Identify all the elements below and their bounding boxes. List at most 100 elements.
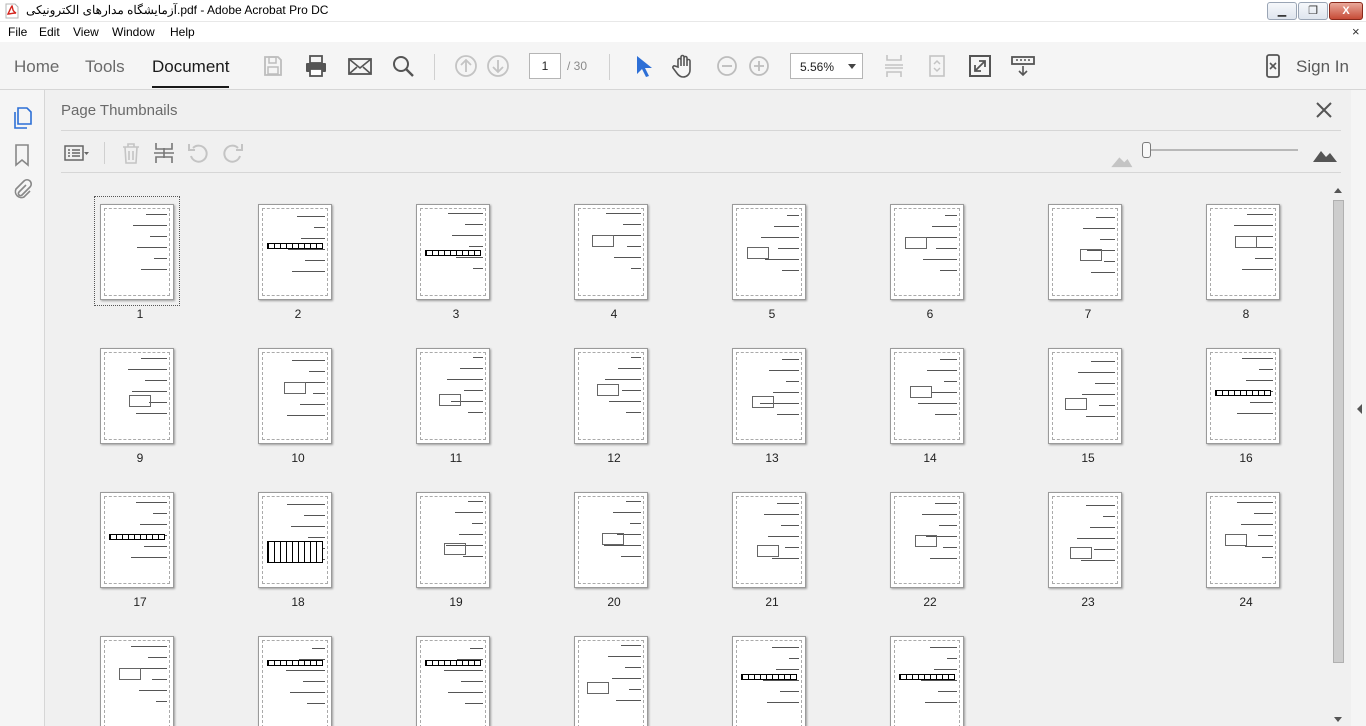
page-preview: [1048, 204, 1122, 300]
email-icon[interactable]: [346, 52, 374, 80]
menu-edit[interactable]: Edit: [39, 25, 60, 39]
page-thumbnail[interactable]: 1: [61, 190, 219, 330]
sign-in-link[interactable]: Sign In: [1296, 57, 1349, 77]
page-thumbnail[interactable]: 13: [693, 334, 851, 474]
search-icon[interactable]: [389, 52, 417, 80]
page-thumbnail[interactable]: 5: [693, 190, 851, 330]
mobile-link-icon[interactable]: [1259, 52, 1287, 80]
page-number-input[interactable]: 1: [529, 53, 561, 79]
read-mode-icon[interactable]: [1009, 52, 1037, 80]
page-preview: [732, 492, 806, 588]
page-preview: [732, 636, 806, 726]
close-document-icon[interactable]: ×: [1352, 24, 1360, 39]
navigation-pane: [0, 90, 45, 726]
window-title: آزمایشگاه مدارهای الکترونیکی.pdf - Adobe…: [26, 3, 329, 17]
expand-right-pane-icon[interactable]: [1357, 404, 1362, 414]
page-total: / 30: [567, 59, 588, 73]
previous-page-icon[interactable]: [452, 52, 480, 80]
next-page-icon[interactable]: [484, 52, 512, 80]
page-thumbnail[interactable]: 2: [219, 190, 377, 330]
page-thumbnail[interactable]: 9: [61, 334, 219, 474]
small-thumbnail-icon[interactable]: [1108, 146, 1133, 168]
attachment-paperclip-icon[interactable]: [10, 178, 34, 202]
page-thumbnail[interactable]: 11: [377, 334, 535, 474]
page-thumbnail[interactable]: 20: [535, 478, 693, 618]
page-preview: [100, 348, 174, 444]
zoom-in-icon[interactable]: [745, 52, 773, 80]
save-icon[interactable]: [259, 52, 287, 80]
close-panel-icon[interactable]: [1312, 98, 1336, 122]
zoom-out-icon[interactable]: [713, 52, 741, 80]
thumbnail-size-slider-thumb[interactable]: [1142, 142, 1151, 158]
tab-document[interactable]: Document: [152, 57, 230, 88]
page-thumbnail[interactable]: 14: [851, 334, 1009, 474]
page-number-label: 8: [1242, 307, 1250, 321]
menu-help[interactable]: Help: [170, 25, 195, 39]
insert-page-icon[interactable]: [151, 140, 177, 166]
page-display-icon[interactable]: [923, 52, 951, 80]
page-thumbnail[interactable]: 7: [1009, 190, 1167, 330]
scrollbar-thumb[interactable]: [1333, 200, 1344, 663]
page-preview: [416, 348, 490, 444]
page-thumbnail[interactable]: 15: [1009, 334, 1167, 474]
page-thumbnail[interactable]: 23: [1009, 478, 1167, 618]
rotate-clockwise-icon[interactable]: [220, 140, 246, 166]
page-thumbnail[interactable]: 28: [535, 622, 693, 726]
page-preview: [416, 636, 490, 726]
menu-file[interactable]: File: [8, 25, 27, 39]
scroll-up-arrow-icon[interactable]: [1334, 188, 1342, 193]
page-thumbnail[interactable]: 21: [693, 478, 851, 618]
page-number-label: 10: [291, 451, 305, 465]
tab-home[interactable]: Home: [14, 57, 59, 77]
rotate-counterclockwise-icon[interactable]: [185, 140, 211, 166]
page-number-label: 20: [607, 595, 621, 609]
page-thumbnail[interactable]: 25: [61, 622, 219, 726]
page-thumbnail[interactable]: 24: [1167, 478, 1325, 618]
menu-window[interactable]: Window: [112, 25, 155, 39]
menu-view[interactable]: View: [73, 25, 99, 39]
select-cursor-icon[interactable]: [628, 52, 656, 80]
menu-bar: File Edit View Window Help ×: [0, 22, 1366, 42]
large-thumbnail-icon[interactable]: [1312, 140, 1338, 162]
page-thumbnail[interactable]: 22: [851, 478, 1009, 618]
minimize-button[interactable]: ▁: [1267, 2, 1297, 20]
page-thumbnail[interactable]: 10: [219, 334, 377, 474]
page-thumbnail[interactable]: 29: [693, 622, 851, 726]
print-icon[interactable]: [302, 52, 330, 80]
close-window-button[interactable]: X: [1329, 2, 1363, 20]
page-preview: [416, 492, 490, 588]
page-thumbnail[interactable]: 27: [377, 622, 535, 726]
page-thumbnail[interactable]: 26: [219, 622, 377, 726]
page-preview: [100, 492, 174, 588]
scroll-down-arrow-icon[interactable]: [1334, 717, 1342, 722]
full-screen-icon[interactable]: [966, 52, 994, 80]
page-preview: [1206, 348, 1280, 444]
thumbnail-size-slider-track[interactable]: [1147, 149, 1298, 151]
page-thumbnail[interactable]: 19: [377, 478, 535, 618]
toolbar-divider: [434, 54, 435, 80]
delete-page-icon[interactable]: [118, 140, 144, 166]
bookmark-icon[interactable]: [10, 143, 34, 167]
page-thumbnails-icon[interactable]: [10, 106, 34, 130]
page-thumbnail[interactable]: 17: [61, 478, 219, 618]
page-thumbnail[interactable]: 12: [535, 334, 693, 474]
maximize-button[interactable]: ❐: [1298, 2, 1328, 20]
thumbnail-grid: 1234567891011121314151617181920212223242…: [61, 190, 1331, 726]
page-thumbnail[interactable]: 30: [851, 622, 1009, 726]
page-thumbnail[interactable]: 18: [219, 478, 377, 618]
tab-tools[interactable]: Tools: [85, 57, 125, 77]
right-pane-toggle[interactable]: [1351, 90, 1366, 726]
page-thumbnail[interactable]: 8: [1167, 190, 1325, 330]
page-thumbnail[interactable]: 3: [377, 190, 535, 330]
zoom-level-select[interactable]: 5.56%: [790, 53, 863, 79]
options-menu-icon[interactable]: [63, 140, 89, 166]
page-number-label: 1: [136, 307, 144, 321]
page-thumbnail[interactable]: 4: [535, 190, 693, 330]
page-thumbnail[interactable]: 16: [1167, 334, 1325, 474]
page-preview: [100, 204, 174, 300]
page-thumbnail[interactable]: 6: [851, 190, 1009, 330]
vertical-scrollbar[interactable]: [1330, 186, 1347, 726]
page-number-label: 15: [1081, 451, 1095, 465]
hand-tool-icon[interactable]: [670, 52, 698, 80]
scrolling-mode-icon[interactable]: [880, 52, 908, 80]
